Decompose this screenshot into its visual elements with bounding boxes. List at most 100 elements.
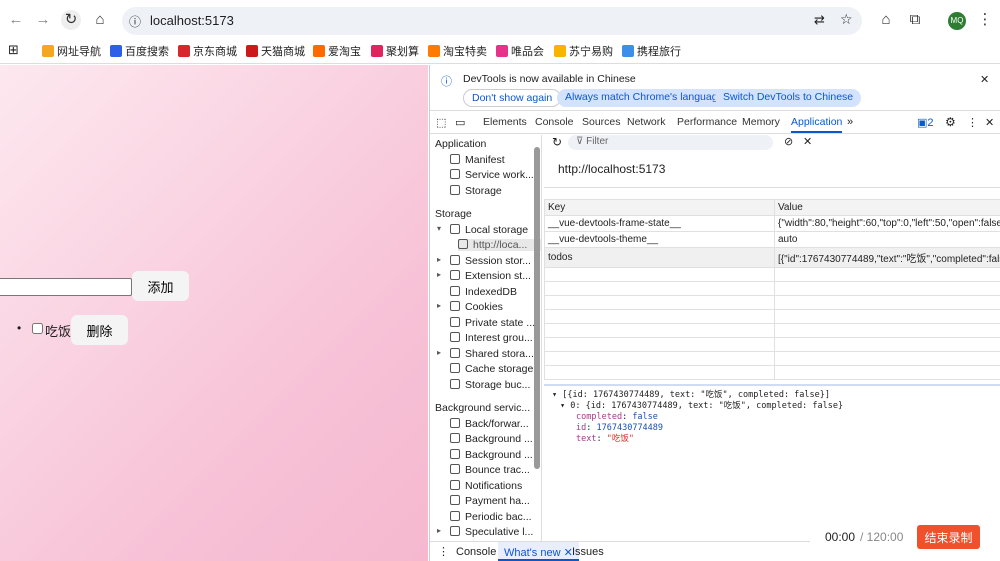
tab-sources[interactable]: Sources (582, 116, 621, 128)
key-header[interactable]: Key (544, 199, 775, 216)
tab-performance[interactable]: Performance (677, 116, 737, 128)
expand-arrow-icon[interactable]: ▸ (437, 526, 441, 535)
site-info-icon[interactable]: ⓘ (129, 13, 141, 30)
expand-arrow-icon[interactable]: ▸ (437, 270, 441, 279)
sidebar-item[interactable]: Private state ... (450, 316, 536, 329)
settings-icon[interactable]: ⚙ (945, 115, 956, 129)
row-value[interactable]: [{"id":1767430774489,"text":"吃饭","comple… (774, 247, 1000, 268)
tab-memory[interactable]: Memory (742, 116, 780, 128)
todo-checkbox[interactable] (32, 323, 43, 334)
sidebar-item-label: Private state ... (465, 316, 536, 329)
tab-elements[interactable]: Elements (483, 116, 527, 128)
delete-selected-icon[interactable]: ✕ (803, 135, 812, 148)
row-value[interactable]: {"width":80,"height":60,"top":0,"left":5… (774, 215, 1000, 232)
avatar[interactable]: MQ (948, 12, 966, 30)
expand-arrow-icon[interactable]: ▸ (437, 348, 441, 357)
home-icon[interactable]: ⌂ (876, 10, 896, 30)
home-icon[interactable]: ⌂ (90, 10, 110, 30)
inspect-icon[interactable]: ⬚ (436, 116, 446, 129)
sidebar-item[interactable]: Periodic bac... (450, 510, 532, 523)
sidebar-item[interactable]: IndexedDB (450, 285, 517, 298)
bookmark-item[interactable]: 网址导航 (42, 43, 101, 59)
match-language-button[interactable]: Always match Chrome's language (557, 89, 732, 107)
expand-arrow-icon[interactable]: ▾ (437, 224, 441, 233)
sidebar-item[interactable]: http://loca... (458, 239, 541, 251)
device-toolbar-icon[interactable]: ▭ (455, 116, 465, 129)
sidebar-item[interactable]: ▸ Cookies (437, 301, 503, 313)
dont-show-again-button[interactable]: Don't show again (463, 89, 562, 107)
bookmark-item[interactable]: 天猫商城 (246, 43, 305, 59)
row-key[interactable]: __vue-devtools-frame-state__ (544, 215, 775, 232)
bookmark-item[interactable]: 淘宝特卖 (428, 43, 487, 59)
bookmark-item[interactable]: 百度搜索 (110, 43, 169, 59)
more-options-icon[interactable]: ⋮ (967, 116, 978, 129)
drawer-tab-issues[interactable]: Issues (572, 546, 604, 558)
sidebar-item[interactable]: ▸ Extension st... (437, 270, 531, 282)
sidebar-item[interactable]: Manifest (450, 153, 505, 166)
add-button[interactable]: 添加 (132, 271, 189, 301)
more-tabs-icon[interactable]: » (847, 116, 853, 128)
sidebar-item[interactable]: Service work... (450, 169, 534, 181)
clear-all-icon[interactable]: ⊘ (784, 135, 793, 148)
table-row[interactable]: __vue-devtools-theme__ auto (544, 231, 1000, 248)
sidebar-item[interactable]: Background ... (450, 433, 533, 445)
sidebar-item[interactable]: Bounce trac... (450, 464, 530, 476)
drawer-menu-icon[interactable]: ⋮ (438, 545, 449, 558)
bookmark-item[interactable]: 爱淘宝 (313, 43, 361, 59)
drawer-tab-console[interactable]: Console (456, 546, 496, 558)
sidebar-item[interactable]: Cache storage (450, 363, 533, 375)
bookmark-label: 唯品会 (511, 46, 544, 58)
tab-application[interactable]: Application (791, 116, 843, 133)
apps-icon[interactable]: ⊞ (8, 42, 19, 58)
sidebar-item[interactable]: ▸ Shared stora... (437, 347, 534, 360)
sidebar-item[interactable]: Notifications (450, 479, 522, 492)
tab-console[interactable]: Console (535, 116, 574, 128)
info-icon: ⓘ (441, 76, 452, 88)
bookmark-item[interactable]: 苏宁易购 (554, 43, 613, 59)
sidebar-item[interactable]: Back/forwar... (450, 417, 529, 430)
sidebar-item[interactable]: Interest grou... (450, 332, 533, 344)
bookmark-item[interactable]: 聚划算 (371, 43, 419, 59)
refresh-icon[interactable]: ↻ (552, 135, 562, 149)
forward-icon[interactable]: → (33, 10, 53, 30)
menu-icon[interactable]: ⋮ (975, 10, 995, 30)
table-row[interactable]: __vue-devtools-frame-state__ {"width":80,… (544, 215, 1000, 232)
bookmark-item[interactable]: 唯品会 (496, 43, 544, 59)
extensions-icon[interactable]: ⧉ (905, 10, 925, 30)
address-bar[interactable]: ⓘ localhost:5173 ⇄ ☆ (122, 7, 862, 35)
close-icon[interactable]: ✕ (980, 73, 989, 86)
preview-item[interactable]: ▾ 0: {id: 1767430774489, text: "吃饭", com… (552, 401, 843, 412)
sidebar-item[interactable]: Storage (450, 184, 502, 197)
sidebar-item[interactable]: Background ... (450, 448, 533, 461)
sidebar-item[interactable]: Storage buc... (450, 378, 530, 391)
expand-arrow-icon[interactable]: ▸ (437, 255, 441, 264)
sidebar-item-label: Shared stora... (465, 347, 534, 360)
value-header[interactable]: Value (774, 199, 1000, 216)
star-icon[interactable]: ☆ (840, 11, 853, 28)
delete-button[interactable]: 删除 (71, 315, 128, 345)
issues-badge[interactable]: ▣2 (917, 116, 934, 129)
drawer-tab-whats-new[interactable]: What's new ✕ (498, 542, 579, 561)
translate-icon[interactable]: ⇄ (814, 12, 825, 28)
expand-arrow-icon[interactable]: ▸ (437, 301, 441, 310)
row-key[interactable]: __vue-devtools-theme__ (544, 231, 775, 248)
filter-input[interactable]: ⊽ Filter (568, 135, 773, 150)
row-key[interactable]: todos (544, 247, 775, 268)
back-icon[interactable]: ← (6, 10, 26, 30)
switch-chinese-button[interactable]: Switch DevTools to Chinese (715, 89, 862, 107)
todo-input[interactable] (0, 278, 132, 296)
sidebar-item[interactable]: ▸ Session stor... (437, 254, 531, 267)
bookmark-item[interactable]: 携程旅行 (622, 43, 681, 59)
sidebar-item[interactable]: ▾ Local storage (437, 223, 528, 236)
row-value[interactable]: auto (774, 231, 1000, 248)
tab-network[interactable]: Network (627, 116, 666, 128)
preview-root[interactable]: ▾ [{id: 1767430774489, text: "吃饭", compl… (552, 390, 843, 401)
reload-icon[interactable]: ↻ (61, 10, 81, 30)
sidebar-item[interactable]: Payment ha... (450, 495, 530, 507)
bookmark-item[interactable]: 京东商城 (178, 43, 237, 59)
sidebar-item[interactable]: ▸ Speculative l... (437, 526, 533, 538)
table-row[interactable]: todos [{"id":1767430774489,"text":"吃饭","c… (544, 247, 1000, 268)
close-devtools-icon[interactable]: ✕ (985, 116, 994, 129)
sidebar-scrollbar[interactable] (534, 147, 540, 469)
stop-recording-button[interactable]: 结束录制 (917, 525, 980, 549)
